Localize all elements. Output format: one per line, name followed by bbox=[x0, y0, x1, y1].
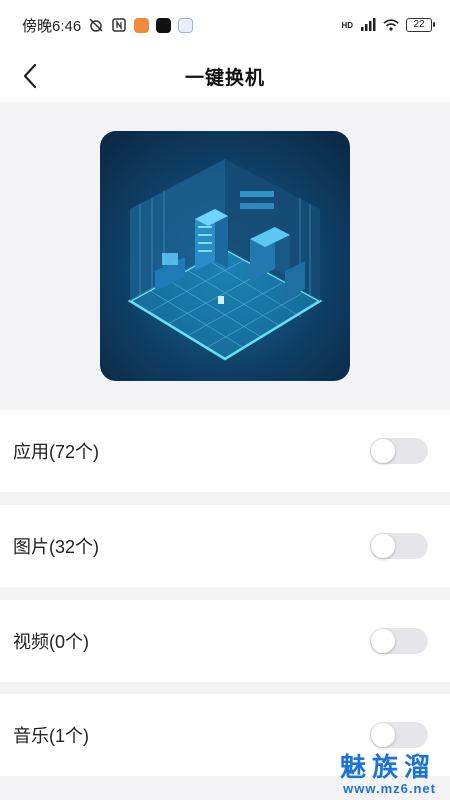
option-row-videos: 视频(0个) bbox=[0, 600, 450, 682]
game-app-icon bbox=[178, 17, 194, 33]
option-row-apps: 应用(72个) bbox=[0, 410, 450, 492]
network-type-label: HD bbox=[341, 20, 353, 30]
app-notification-icon bbox=[134, 17, 150, 33]
status-right: HD 22 bbox=[341, 17, 435, 33]
status-time: 傍晚6:46 bbox=[22, 17, 82, 35]
toggle-knob bbox=[371, 534, 395, 558]
music-toggle[interactable] bbox=[370, 722, 428, 748]
hero-section bbox=[0, 102, 450, 410]
site-watermark: 魅族溜 www.mz6.net bbox=[340, 753, 436, 796]
chevron-left-icon bbox=[23, 63, 37, 89]
option-label-videos: 视频(0个) bbox=[13, 632, 89, 652]
watermark-url: www.mz6.net bbox=[343, 781, 436, 796]
battery-indicator: 22 bbox=[406, 18, 435, 32]
toggle-knob bbox=[371, 723, 395, 747]
apps-toggle[interactable] bbox=[370, 438, 428, 464]
alarm-off-icon bbox=[88, 17, 104, 33]
signal-icon bbox=[360, 17, 376, 33]
tiktok-icon bbox=[156, 17, 172, 33]
toggle-knob bbox=[371, 439, 395, 463]
watermark-brand: 魅族溜 bbox=[339, 752, 436, 782]
status-bar: 傍晚6:46 HD 22 bbox=[0, 0, 450, 50]
title-bar: 一键换机 bbox=[0, 50, 450, 102]
server-room-illustration bbox=[100, 131, 350, 381]
videos-toggle[interactable] bbox=[370, 628, 428, 654]
toggle-knob bbox=[371, 629, 395, 653]
option-label-apps: 应用(72个) bbox=[13, 442, 100, 462]
back-button[interactable] bbox=[12, 58, 48, 94]
page-title: 一键换机 bbox=[184, 67, 265, 89]
status-left: 傍晚6:46 bbox=[22, 15, 194, 36]
nfc-icon bbox=[111, 17, 127, 33]
option-row-photos: 图片(32个) bbox=[0, 505, 450, 587]
photos-toggle[interactable] bbox=[370, 533, 428, 559]
wifi-icon bbox=[383, 17, 399, 33]
option-label-music: 音乐(1个) bbox=[13, 726, 89, 746]
option-label-photos: 图片(32个) bbox=[13, 537, 100, 557]
